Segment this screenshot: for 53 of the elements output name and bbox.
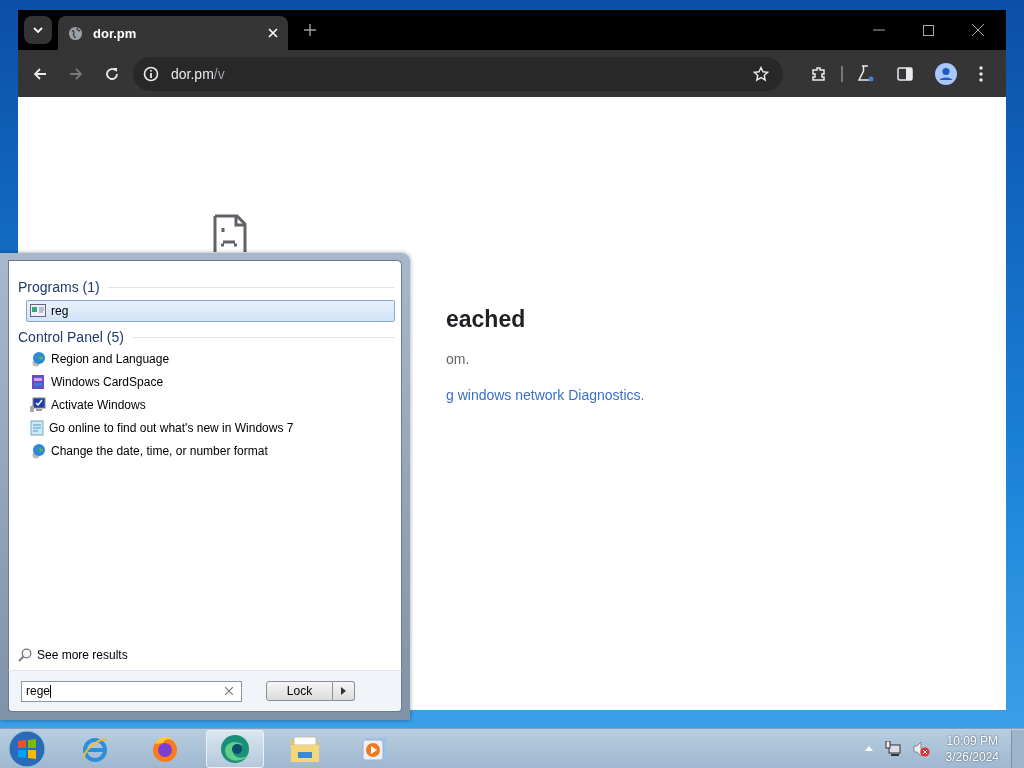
- tab-search-button[interactable]: [24, 16, 52, 44]
- monitor-icon: [30, 396, 46, 413]
- muted-speaker-icon[interactable]: [912, 740, 930, 757]
- search-result-item[interactable]: Change the date, time, or number format: [26, 439, 395, 462]
- info-icon[interactable]: [143, 65, 159, 82]
- maximize-icon[interactable]: [923, 24, 934, 36]
- back-icon[interactable]: [33, 66, 47, 81]
- address-bar[interactable]: dor.pm/v: [133, 56, 783, 91]
- search-result-item[interactable]: reg: [26, 300, 395, 322]
- browser-tab[interactable]: dor.pm: [58, 16, 288, 50]
- group-heading: Control Panel (5): [18, 329, 124, 345]
- sad-page-icon: [213, 214, 247, 254]
- search-result-item[interactable]: Activate Windows: [26, 393, 395, 416]
- document-icon: [30, 419, 44, 436]
- window-icon: [30, 304, 46, 318]
- search-field[interactable]: rege: [21, 680, 242, 702]
- globe-icon: [30, 442, 46, 459]
- new-tab-icon[interactable]: [304, 24, 316, 36]
- search-result-item[interactable]: Go online to find out what's new in Windows 7: [26, 416, 395, 439]
- search-result-item[interactable]: Region and Language: [26, 347, 395, 370]
- group-heading: Programs (1): [18, 279, 100, 295]
- clear-icon[interactable]: [225, 687, 233, 695]
- puzzle-icon[interactable]: [811, 65, 827, 82]
- tab-title: dor.pm: [93, 25, 138, 41]
- start-button[interactable]: [8, 729, 46, 768]
- swirl-icon: [219, 732, 251, 765]
- flask-icon[interactable]: [857, 65, 875, 82]
- card-icon: [30, 373, 46, 390]
- profile-avatar-icon[interactable]: [935, 62, 957, 85]
- folder-icon: [289, 733, 321, 764]
- clock-date: 3/26/2024: [945, 748, 999, 765]
- star-icon[interactable]: [753, 65, 769, 82]
- error-text: om.: [446, 351, 471, 367]
- arrow-right-icon: [341, 687, 346, 695]
- taskbar-app-button[interactable]: [206, 729, 264, 768]
- forward-icon[interactable]: [69, 66, 83, 81]
- globe-icon: [30, 350, 46, 367]
- search-icon: [18, 648, 32, 662]
- reload-icon[interactable]: [105, 66, 119, 81]
- error-heading: eached: [446, 306, 527, 333]
- globe-icon: [68, 25, 83, 41]
- see-more-results-link[interactable]: See more results: [18, 648, 395, 662]
- clock-time: 10:09 PM: [946, 732, 998, 749]
- search-result-item[interactable]: Windows CardSpace: [26, 370, 395, 393]
- lock-button[interactable]: Lock: [266, 681, 333, 701]
- url-text: dor.pm/v: [171, 65, 225, 82]
- chevron-down-icon: [33, 27, 43, 33]
- network-icon[interactable]: [884, 740, 901, 757]
- diagnostics-link[interactable]: g windows network Diagnostics.: [446, 387, 645, 403]
- menu-icon[interactable]: [979, 65, 983, 82]
- power-options-button[interactable]: [333, 681, 355, 701]
- close-icon[interactable]: [972, 24, 984, 36]
- side-panel-icon[interactable]: [897, 65, 913, 82]
